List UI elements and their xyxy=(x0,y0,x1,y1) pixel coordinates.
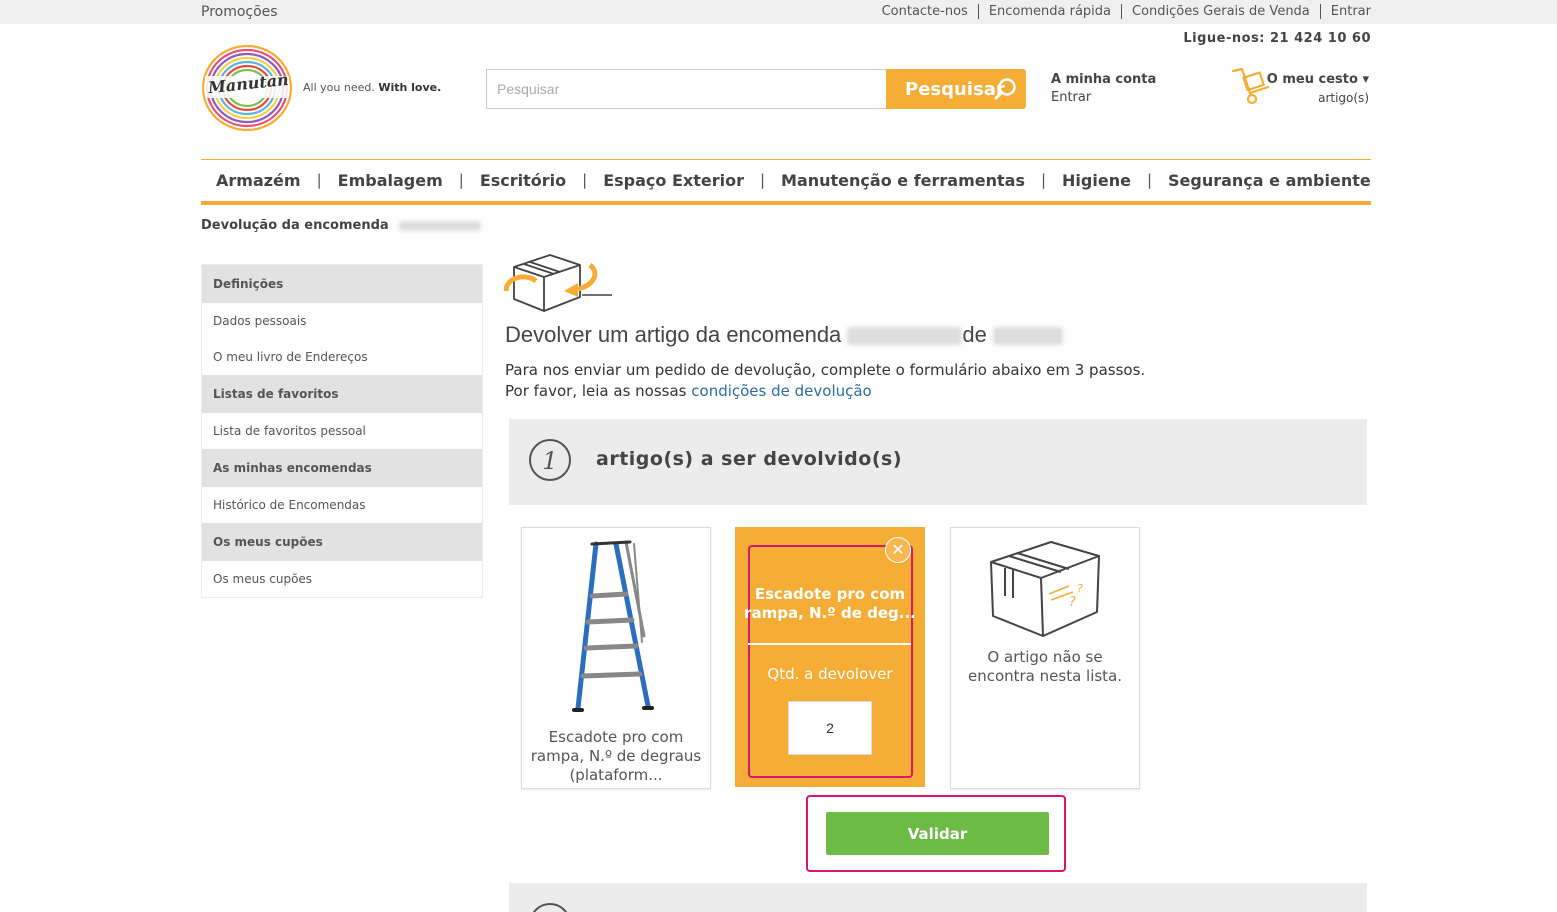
terms-link[interactable]: Condições Gerais de Venda xyxy=(1121,4,1320,19)
intro-line-1: Para nos enviar um pedido de devolução, … xyxy=(505,361,1146,379)
step-2-number xyxy=(529,903,571,912)
svg-text:?: ? xyxy=(1069,595,1076,610)
selected-product-card: ✕ Escadote pro com rampa, N.º de deg... … xyxy=(735,527,925,787)
top-bar: Promoções Contacte-nos Encomenda rápida … xyxy=(0,0,1557,24)
step-number: 1 xyxy=(529,439,571,481)
contact-link[interactable]: Contacte-nos xyxy=(872,4,978,19)
validate-button[interactable]: Validar xyxy=(826,812,1049,855)
return-conditions-link[interactable]: condições de devolução xyxy=(691,382,871,400)
step-1-header: 1 artigo(s) a ser devolvido(s) xyxy=(509,419,1367,505)
sidebar-header-settings: Definições xyxy=(202,265,482,303)
search-button-label: Pesquisar xyxy=(905,78,1005,100)
main-nav: Armazém | Embalagem | Escritório | Espaço E… xyxy=(201,159,1371,205)
unknown-box-icon: ? ? xyxy=(990,541,1100,637)
sidebar-item-coupons[interactable]: Os meus cupões xyxy=(202,561,482,597)
not-in-list-caption: O artigo não se encontra nesta lista. xyxy=(967,648,1123,685)
close-icon[interactable]: ✕ xyxy=(885,537,911,563)
order-date-redacted xyxy=(993,327,1064,346)
search-icon xyxy=(994,78,1016,100)
quantity-input[interactable] xyxy=(788,701,872,755)
nav-item-embalagem[interactable]: Embalagem | xyxy=(338,171,480,190)
quick-order-link[interactable]: Encomenda rápida xyxy=(977,4,1121,19)
page-heading: Devolver um artigo da encomenda de xyxy=(505,322,1064,348)
step-title: artigo(s) a ser devolvido(s) xyxy=(596,448,903,470)
item-not-in-list-card[interactable]: ? ? O artigo não se encontra nesta lista… xyxy=(950,527,1140,789)
top-links: Contacte-nos Encomenda rápida Condições … xyxy=(872,4,1371,19)
promotions-link[interactable]: Promoções xyxy=(201,4,278,20)
sidebar-item-order-history[interactable]: Histórico de Encomendas xyxy=(202,487,482,523)
product-caption: Escadote pro com rampa, N.º de degraus (… xyxy=(530,728,702,784)
search-button[interactable]: Pesquisar xyxy=(886,69,1026,109)
order-id-redacted xyxy=(847,327,963,346)
nav-item-manutencao[interactable]: Manutenção e ferramentas | xyxy=(781,171,1062,190)
quantity-label: Qtd. a devolover xyxy=(767,665,893,683)
nav-item-seguranca[interactable]: Segurança e ambiente xyxy=(1168,171,1371,190)
nav-item-armazem[interactable]: Armazém | xyxy=(216,171,338,190)
breadcrumb: Devolução da encomenda xyxy=(201,218,482,233)
nav-item-escritorio[interactable]: Escritório | xyxy=(480,171,603,190)
intro-line-2: Por favor, leia as nossas condições de d… xyxy=(505,382,872,400)
my-account[interactable]: A minha conta Entrar xyxy=(1051,72,1156,105)
ladder-image xyxy=(572,540,654,712)
nav-item-higiene[interactable]: Higiene | xyxy=(1062,171,1168,190)
order-number-redacted xyxy=(399,220,482,231)
sidebar-item-favorites-list[interactable]: Lista de favoritos pessoal xyxy=(202,413,482,449)
sidebar-header-coupons: Os meus cupões xyxy=(202,523,482,561)
validate-highlight-frame: Validar xyxy=(806,795,1066,872)
selected-product-title: Escadote pro com rampa, N.º de deg... xyxy=(744,585,916,622)
sidebar-item-personal-data[interactable]: Dados pessoais xyxy=(202,303,482,339)
sidebar-header-favorites: Listas de favoritos xyxy=(202,375,482,413)
login-link[interactable]: Entrar xyxy=(1319,4,1371,19)
phone-number: Ligue-nos: 21 424 10 60 xyxy=(1183,31,1371,46)
intro-text: Para nos enviar um pedido de devolução, … xyxy=(505,360,1145,402)
nav-item-espaco-exterior[interactable]: Espaço Exterior | xyxy=(603,171,781,190)
account-title: A minha conta xyxy=(1051,72,1157,87)
return-box-icon xyxy=(504,254,612,312)
sidebar-header-orders: As minhas encomendas xyxy=(202,449,482,487)
step-2-header xyxy=(509,883,1367,912)
account-login[interactable]: Entrar xyxy=(1051,90,1156,105)
product-card[interactable]: Escadote pro com rampa, N.º de degraus (… xyxy=(521,527,711,789)
my-cart[interactable]: O meu cesto ▾ artigo(s) xyxy=(1267,72,1369,105)
search-input[interactable] xyxy=(486,69,887,109)
cart-count: artigo(s) xyxy=(1318,91,1369,105)
svg-text:?: ? xyxy=(1077,582,1083,595)
sidebar-item-address-book[interactable]: O meu livro de Endereços xyxy=(202,339,482,375)
chevron-down-icon: ▾ xyxy=(1362,72,1369,87)
divider xyxy=(748,643,911,645)
cart-title: O meu cesto ▾ xyxy=(1266,72,1369,87)
account-sidebar: Definições Dados pessoais O meu livro de… xyxy=(201,264,483,598)
tagline: All you need. With love. xyxy=(303,81,442,94)
